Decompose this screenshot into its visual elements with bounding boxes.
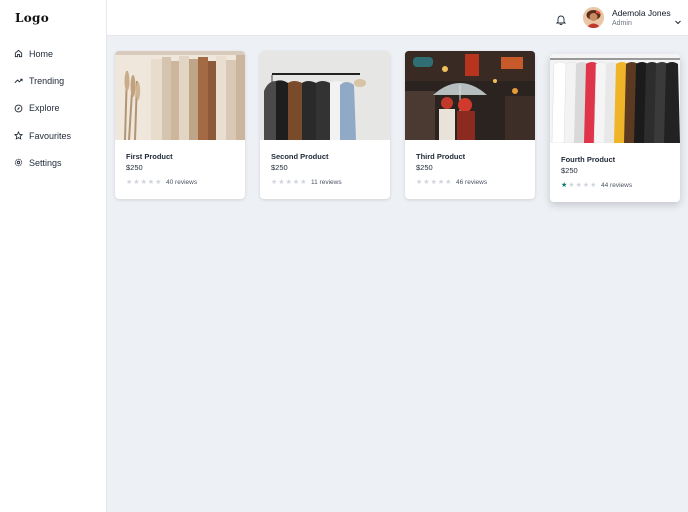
sidebar-item-trending[interactable]: Trending: [0, 67, 107, 94]
star-icon[interactable]: ★: [126, 179, 132, 186]
chevron-down-icon[interactable]: [674, 13, 682, 25]
star-rating[interactable]: ★ ★ ★ ★ ★: [561, 182, 596, 189]
product-price: $250: [416, 163, 433, 172]
star-icon[interactable]: ★: [431, 179, 437, 186]
user-name[interactable]: Ademola Jones: [612, 8, 671, 18]
product-card[interactable]: Second Product $250 ★ ★ ★ ★ ★ 11 reviews: [260, 51, 390, 199]
star-icon[interactable]: ★: [133, 179, 139, 186]
compass-icon: [13, 103, 23, 113]
product-title[interactable]: Third Product: [416, 152, 465, 161]
sidebar-item-label: Home: [29, 48, 54, 59]
review-count: 44 reviews: [601, 182, 633, 189]
star-icon: [13, 131, 23, 141]
sidebar-item-settings[interactable]: Settings: [0, 149, 107, 176]
star-icon[interactable]: ★: [568, 182, 574, 189]
sidebar: Logo Home Trending Explore Favourites Se…: [0, 0, 107, 512]
star-rating[interactable]: ★ ★ ★ ★ ★: [416, 179, 451, 186]
product-title[interactable]: First Product: [126, 152, 173, 161]
star-icon[interactable]: ★: [416, 179, 422, 186]
user-role: Admin: [612, 20, 632, 27]
product-image: [550, 54, 680, 143]
main-content: First Product $250 ★ ★ ★ ★ ★ 40 reviews Sec: [107, 36, 688, 512]
product-title[interactable]: Second Product: [271, 152, 329, 161]
sidebar-nav: Home Trending Explore Favourites Setting…: [0, 40, 107, 176]
star-icon[interactable]: ★: [141, 179, 147, 186]
star-icon[interactable]: ★: [155, 179, 161, 186]
star-icon[interactable]: ★: [583, 182, 589, 189]
sidebar-item-label: Favourites: [29, 130, 72, 141]
star-icon[interactable]: ★: [278, 179, 284, 186]
product-price: $250: [561, 166, 578, 175]
star-icon[interactable]: ★: [590, 182, 596, 189]
star-icon[interactable]: ★: [271, 179, 277, 186]
product-card[interactable]: Third Product $250 ★ ★ ★ ★ ★ 46 reviews: [405, 51, 535, 199]
sidebar-item-home[interactable]: Home: [0, 40, 107, 67]
product-image: [115, 51, 245, 140]
star-rating[interactable]: ★ ★ ★ ★ ★: [271, 179, 306, 186]
star-icon[interactable]: ★: [445, 179, 451, 186]
product-price: $250: [271, 163, 288, 172]
logo[interactable]: Logo: [15, 11, 49, 25]
sidebar-item-favourites[interactable]: Favourites: [0, 122, 107, 149]
star-icon[interactable]: ★: [300, 179, 306, 186]
star-icon[interactable]: ★: [423, 179, 429, 186]
sidebar-item-label: Explore: [29, 103, 60, 114]
trending-icon: [13, 76, 23, 86]
product-card[interactable]: Fourth Product $250 ★ ★ ★ ★ ★ 44 reviews: [550, 54, 680, 202]
star-icon[interactable]: ★: [561, 182, 567, 189]
star-icon[interactable]: ★: [148, 179, 154, 186]
product-title[interactable]: Fourth Product: [561, 155, 615, 164]
review-count: 40 reviews: [166, 179, 198, 186]
star-icon[interactable]: ★: [576, 182, 582, 189]
top-bar: Ademola Jones Admin: [107, 0, 688, 36]
review-count: 11 reviews: [311, 179, 342, 186]
home-icon: [13, 49, 23, 59]
sidebar-item-label: Trending: [29, 75, 65, 86]
star-icon[interactable]: ★: [286, 179, 292, 186]
product-price: $250: [126, 163, 143, 172]
star-icon[interactable]: ★: [438, 179, 444, 186]
star-icon[interactable]: ★: [293, 179, 299, 186]
sidebar-item-label: Settings: [29, 157, 62, 168]
product-card[interactable]: First Product $250 ★ ★ ★ ★ ★ 40 reviews: [115, 51, 245, 199]
avatar[interactable]: [583, 7, 604, 28]
sidebar-item-explore[interactable]: Explore: [0, 95, 107, 122]
bell-icon[interactable]: [555, 12, 567, 26]
gear-icon: [13, 158, 23, 168]
review-count: 46 reviews: [456, 179, 488, 186]
product-image: [405, 51, 535, 140]
product-image: [260, 51, 390, 140]
star-rating[interactable]: ★ ★ ★ ★ ★: [126, 179, 161, 186]
